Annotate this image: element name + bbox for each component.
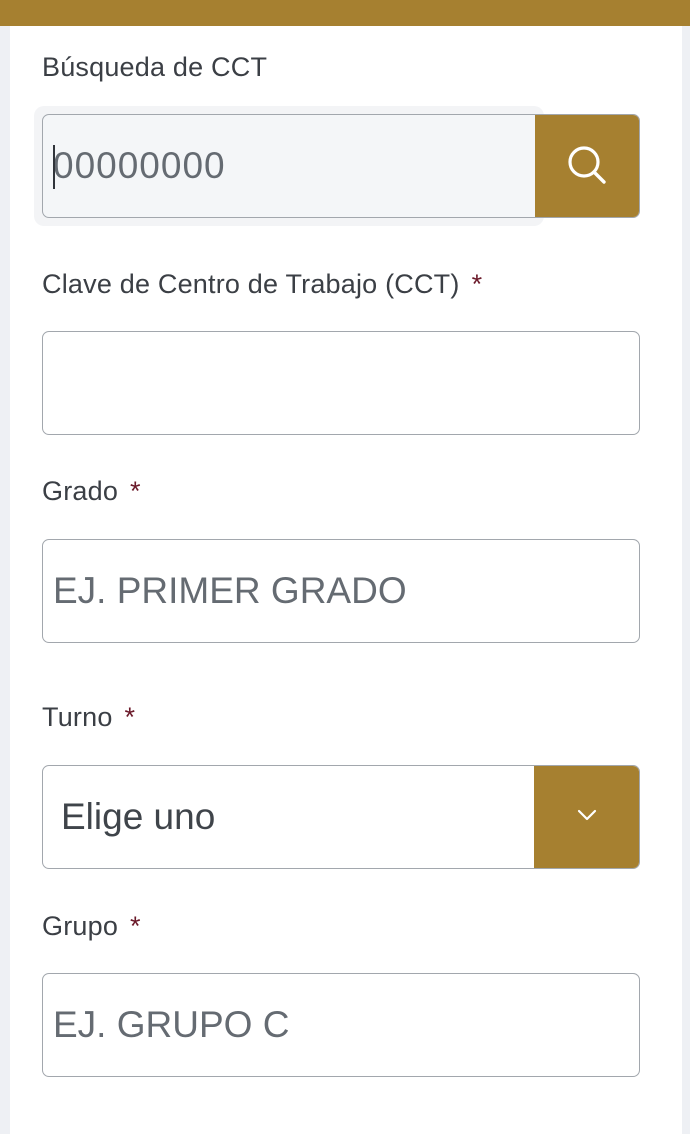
cct-required-mark: * <box>471 269 483 299</box>
search-icon <box>565 143 609 190</box>
search-button[interactable] <box>535 115 639 217</box>
cct-label: Clave de Centro de Trabajo (CCT) * <box>42 269 482 300</box>
grupo-input[interactable] <box>43 974 639 1076</box>
grupo-label-text: Grupo <box>42 911 119 941</box>
grado-input[interactable] <box>43 540 639 642</box>
grado-label: Grado * <box>42 476 141 507</box>
turno-select[interactable]: Elige uno <box>42 765 640 869</box>
turno-required-mark: * <box>124 702 136 732</box>
turno-selected-value: Elige uno <box>61 796 216 837</box>
search-label: Búsqueda de CCT <box>42 52 267 83</box>
grado-required-mark: * <box>130 476 141 506</box>
cct-input[interactable] <box>43 332 639 434</box>
turno-label-text: Turno <box>42 702 113 732</box>
cct-search-group <box>42 114 640 218</box>
turno-label: Turno * <box>42 702 135 733</box>
cct-label-text: Clave de Centro de Trabajo (CCT) <box>42 269 460 299</box>
top-accent-bar <box>0 0 690 26</box>
grupo-field-box <box>42 973 640 1077</box>
grado-label-text: Grado <box>42 476 119 506</box>
turno-dropdown-toggle[interactable] <box>534 766 639 868</box>
grupo-required-mark: * <box>130 911 141 941</box>
cct-field-box <box>42 331 640 435</box>
grado-field-box <box>42 539 640 643</box>
cct-search-input[interactable] <box>43 115 535 217</box>
text-caret <box>53 145 55 189</box>
chevron-down-icon <box>576 808 598 827</box>
grupo-label: Grupo * <box>42 911 141 942</box>
search-label-text: Búsqueda de CCT <box>42 52 268 82</box>
